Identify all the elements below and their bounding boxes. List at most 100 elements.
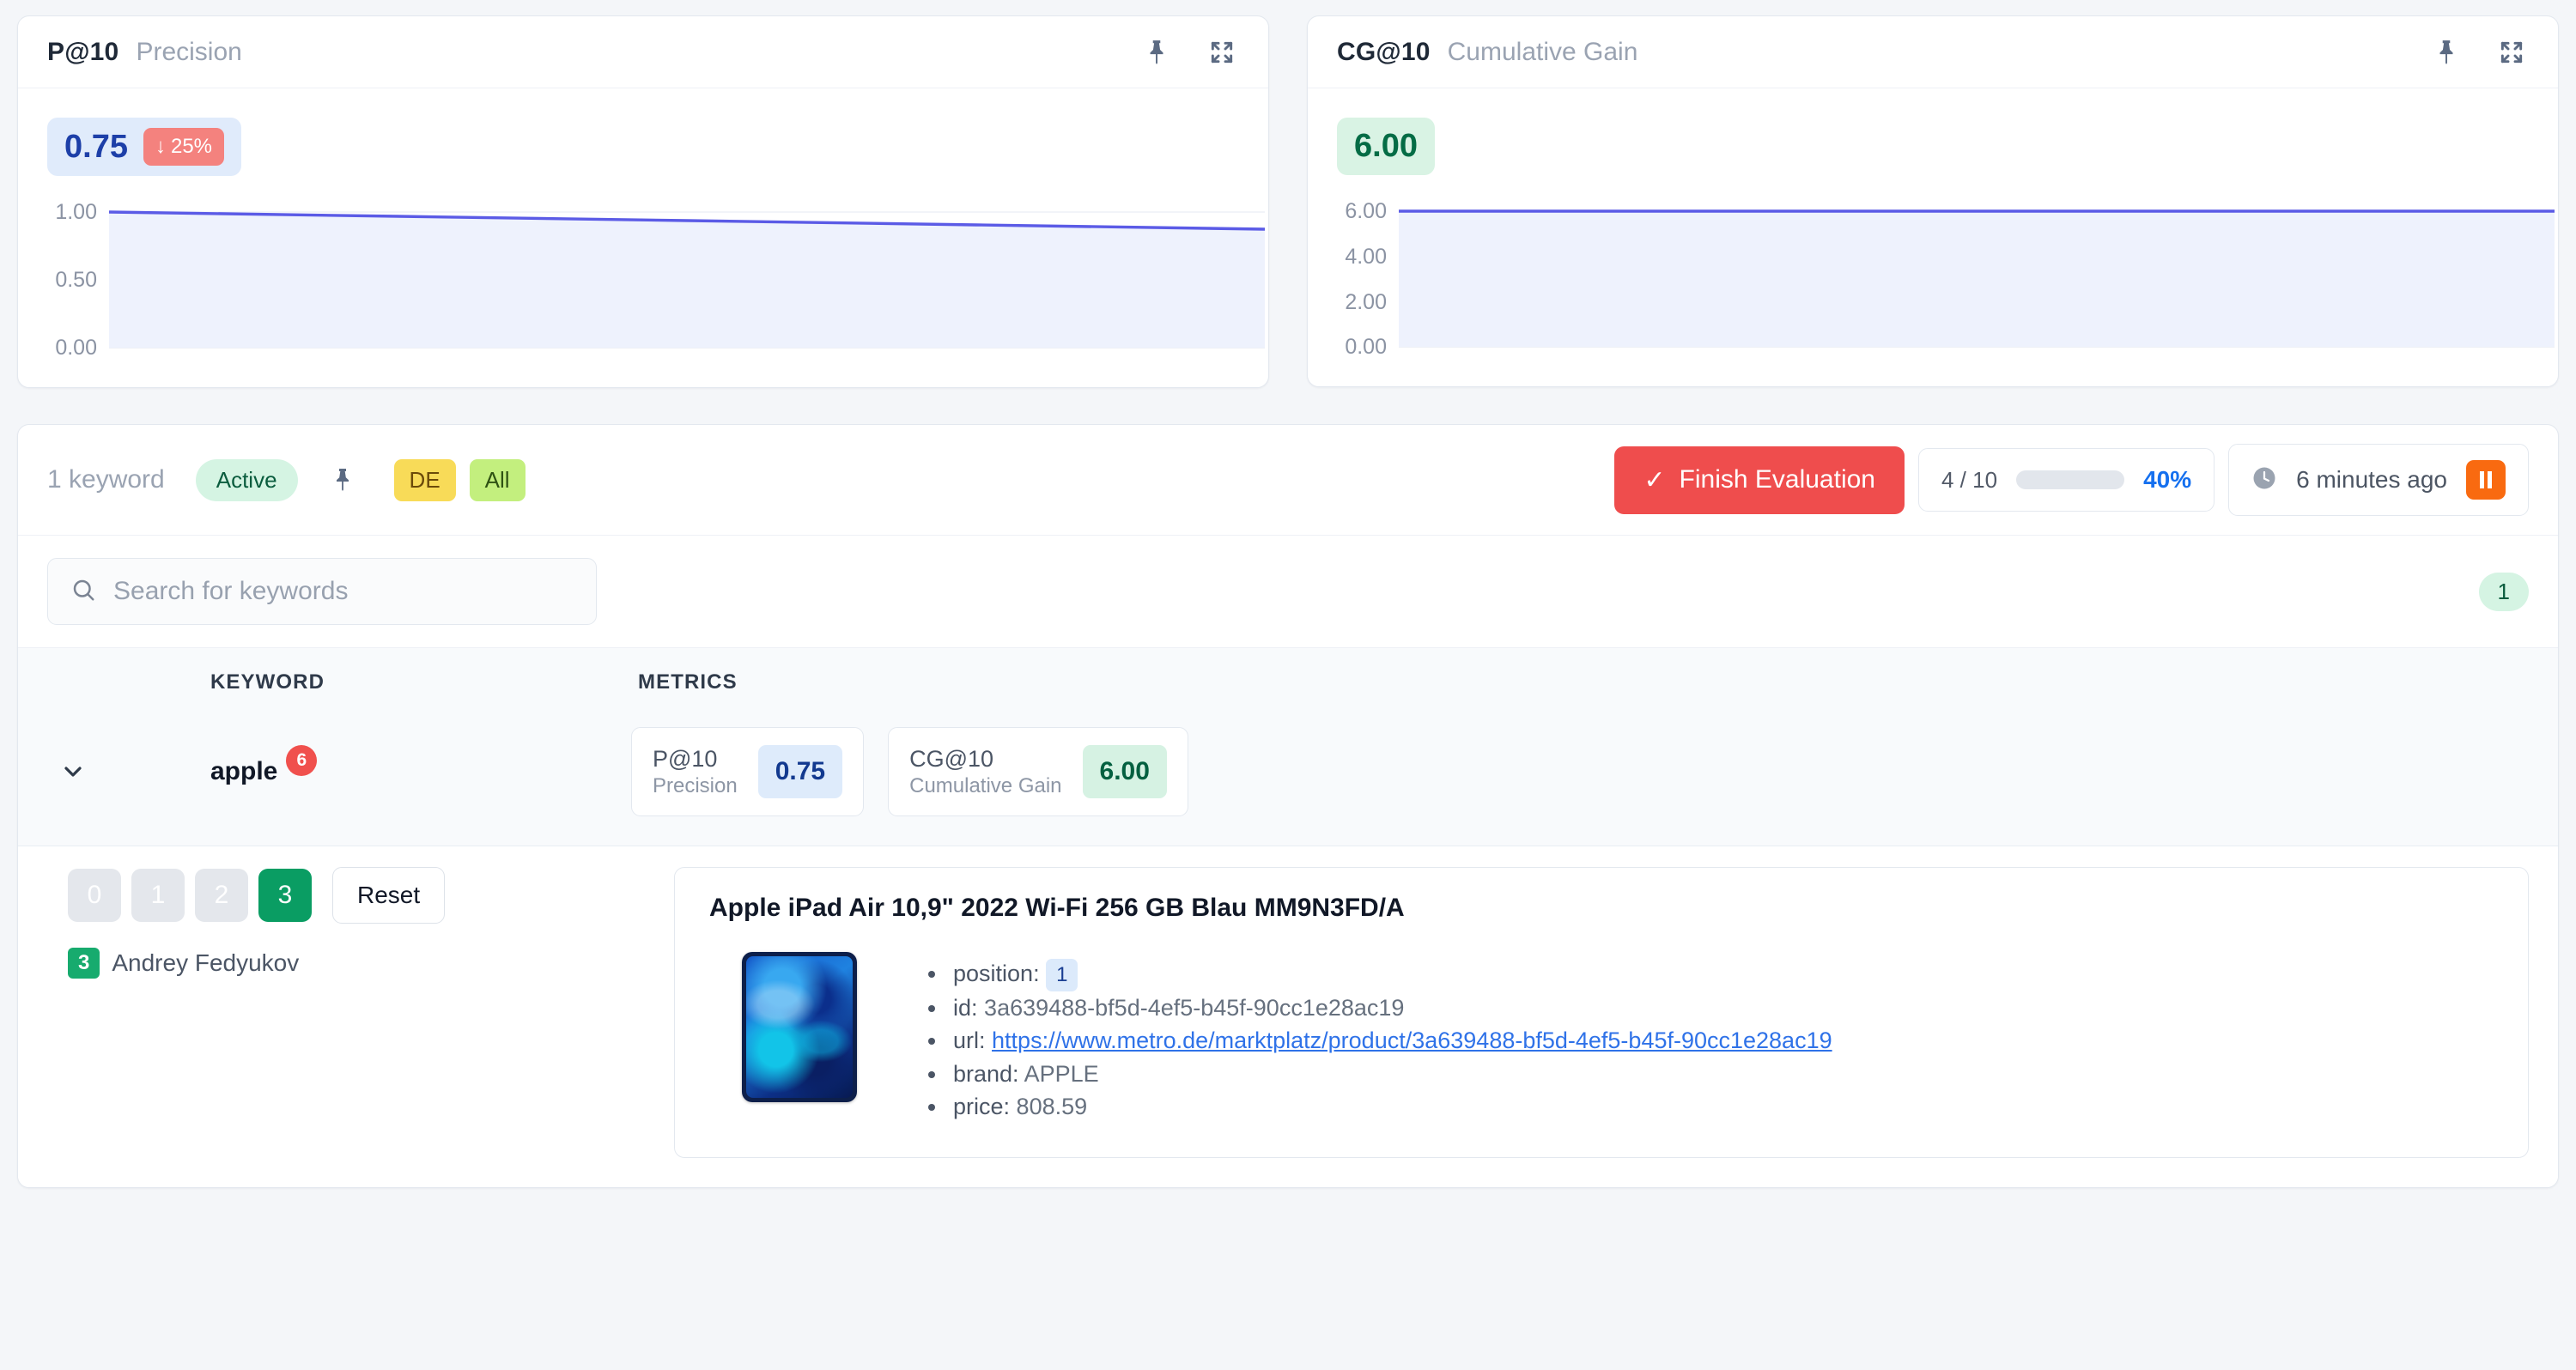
document-body: position: 1 id: 3a639488-bf5d-4ef5-b45f-… — [709, 949, 2494, 1123]
search-row: 1 — [18, 536, 2558, 648]
metric-chip-key: CG@10 — [909, 745, 994, 772]
metrics-cell: P@10 Precision 0.75 CG@10 Cumulative Gai… — [631, 727, 1188, 816]
ytick-label: 0.00 — [1345, 335, 1387, 359]
rating-option-0[interactable]: 0 — [68, 869, 121, 922]
card-body: 0.75 ↓ 25% 1.00 0.50 0.00 — [18, 88, 1268, 387]
metadata-item-id: id: 3a639488-bf5d-4ef5-b45f-90cc1e28ac19 — [948, 991, 2494, 1024]
cumulative-gain-chart-svg: 6.00 4.00 2.00 0.00 — [1345, 199, 2555, 359]
rating-column: 0 1 2 3 Reset 3 Andrey Fedyukov — [47, 867, 648, 1158]
progress-label: 4 / 10 — [1941, 466, 1998, 493]
reset-rating-button[interactable]: Reset — [332, 867, 446, 924]
arrow-down-icon: ↓ — [155, 135, 166, 158]
last-update-indicator[interactable]: 6 minutes ago — [2228, 444, 2529, 516]
ytick-label: 0.50 — [55, 268, 97, 292]
metric-card-precision: P@10 Precision 0.75 ↓ 25% 1.00 0.50 0.00 — [17, 15, 1269, 388]
ytick-label: 0.00 — [55, 336, 97, 360]
keywords-panel: 1 keyword Active DE All ✓ Finish Evaluat… — [17, 424, 2559, 1189]
check-icon: ✓ — [1643, 465, 1666, 494]
toolbar-actions: ✓ Finish Evaluation 4 / 10 40% 6 minutes… — [1614, 444, 2529, 516]
progress-percent: 40% — [2143, 466, 2192, 493]
clock-icon — [2251, 465, 2277, 495]
panel-toolbar: 1 keyword Active DE All ✓ Finish Evaluat… — [18, 425, 2558, 536]
tag-scope[interactable]: All — [469, 458, 526, 501]
progress-indicator[interactable]: 4 / 10 40% — [1918, 448, 2215, 512]
search-box[interactable] — [47, 558, 597, 625]
metadata-key: brand: — [953, 1060, 1019, 1087]
metric-chip-value: 0.75 — [757, 745, 843, 798]
rating-buttons: 0 1 2 3 Reset — [68, 867, 648, 924]
precision-chart-svg: 1.00 0.50 0.00 — [55, 200, 1266, 360]
keyword-doc-count-badge: 6 — [286, 745, 318, 776]
metric-chip-sub: Cumulative Gain — [909, 773, 1062, 797]
rating-option-2[interactable]: 2 — [195, 869, 248, 922]
metadata-item-brand: brand: APPLE — [948, 1058, 2494, 1090]
rater-attribution: 3 Andrey Fedyukov — [68, 948, 648, 979]
metric-cards-row: P@10 Precision 0.75 ↓ 25% 1.00 0.50 0.00… — [17, 15, 2559, 388]
table-row[interactable]: apple 6 P@10 Precision 0.75 CG@10 Cumula… — [18, 703, 2558, 846]
ytick-label: 4.00 — [1345, 245, 1387, 269]
metadata-value-badge: 1 — [1046, 959, 1078, 992]
column-header-keyword: KEYWORD — [210, 670, 325, 694]
tag-country[interactable]: DE — [393, 458, 456, 501]
metric-key: P@10 — [47, 37, 119, 66]
area-fill — [109, 212, 1265, 348]
metric-value-pill: 6.00 — [1337, 118, 1435, 175]
precision-chart: 1.00 0.50 0.00 — [47, 198, 1266, 361]
document-title: Apple iPad Air 10,9" 2022 Wi-Fi 256 GB B… — [709, 894, 1405, 922]
ytick-label: 2.00 — [1345, 290, 1387, 314]
last-update-text: 6 minutes ago — [2296, 466, 2447, 493]
status-badge: Active — [195, 458, 298, 501]
product-image — [742, 952, 857, 1102]
metric-name: Cumulative Gain — [1447, 37, 1638, 66]
document-metadata-list: position: 1 id: 3a639488-bf5d-4ef5-b45f-… — [924, 949, 2494, 1123]
metric-chip-sub: Precision — [653, 773, 738, 797]
search-input[interactable] — [113, 577, 574, 606]
card-header-actions — [2429, 35, 2529, 70]
metric-card-cumulative-gain: CG@10 Cumulative Gain 6.00 6.00 4.00 2.0… — [1307, 15, 2559, 387]
metadata-value: 3a639488-bf5d-4ef5-b45f-90cc1e28ac19 — [984, 995, 1405, 1021]
expand-icon[interactable] — [2494, 35, 2529, 70]
delta-value: 25% — [170, 135, 213, 158]
finish-evaluation-label: Finish Evaluation — [1679, 465, 1875, 494]
card-header-actions — [1139, 35, 1239, 70]
rater-score-badge: 3 — [68, 948, 100, 979]
pin-icon[interactable] — [1139, 35, 1174, 70]
pause-icon[interactable] — [2466, 460, 2506, 500]
rating-option-3[interactable]: 3 — [258, 869, 312, 922]
metadata-item-position: position: 1 — [948, 957, 2494, 992]
keyword-label: apple — [210, 757, 278, 785]
chevron-down-icon[interactable] — [47, 758, 99, 785]
expand-icon[interactable] — [1205, 35, 1239, 70]
result-count-badge: 1 — [2478, 572, 2529, 611]
app-root: P@10 Precision 0.75 ↓ 25% 1.00 0.50 0.00… — [0, 0, 2576, 1370]
document-evaluation-area: 0 1 2 3 Reset 3 Andrey Fedyukov Apple iP… — [18, 846, 2558, 1188]
metric-chip-key: P@10 — [653, 745, 718, 772]
metric-name: Precision — [136, 37, 242, 66]
finish-evaluation-button[interactable]: ✓ Finish Evaluation — [1614, 446, 1905, 514]
keyword-count: 1 keyword — [47, 465, 165, 494]
rater-name: Andrey Fedyukov — [112, 949, 300, 976]
ipad-air-blue-thumbnail — [709, 949, 890, 1123]
metric-value: 0.75 — [64, 128, 128, 165]
metric-chip-value: 6.00 — [1082, 745, 1167, 798]
pin-icon[interactable] — [2429, 35, 2464, 70]
pin-icon[interactable] — [332, 467, 353, 493]
metadata-key: position: — [953, 961, 1040, 986]
metric-value-pill: 0.75 ↓ 25% — [47, 118, 242, 176]
keyword-cell: apple 6 — [99, 745, 631, 786]
metadata-key: id: — [953, 995, 978, 1021]
table-header-row: KEYWORD METRICS — [18, 648, 2558, 703]
metric-chip-precision: P@10 Precision 0.75 — [631, 727, 865, 816]
product-url-link[interactable]: https://www.metro.de/marktplatz/product/… — [992, 1028, 1832, 1053]
area-fill — [1399, 211, 2555, 347]
metric-key: CG@10 — [1337, 37, 1431, 66]
metadata-value: 808.59 — [1016, 1094, 1088, 1120]
progress-bar — [2016, 470, 2125, 489]
rating-option-1[interactable]: 1 — [131, 869, 185, 922]
keyword-table: KEYWORD METRICS apple 6 P@10 Precision 0… — [18, 648, 2558, 846]
delta-badge: ↓ 25% — [143, 128, 225, 166]
metadata-value: APPLE — [1024, 1060, 1099, 1087]
metric-value: 6.00 — [1354, 128, 1418, 164]
metadata-key: price: — [953, 1094, 1011, 1120]
ytick-label: 1.00 — [55, 200, 97, 224]
